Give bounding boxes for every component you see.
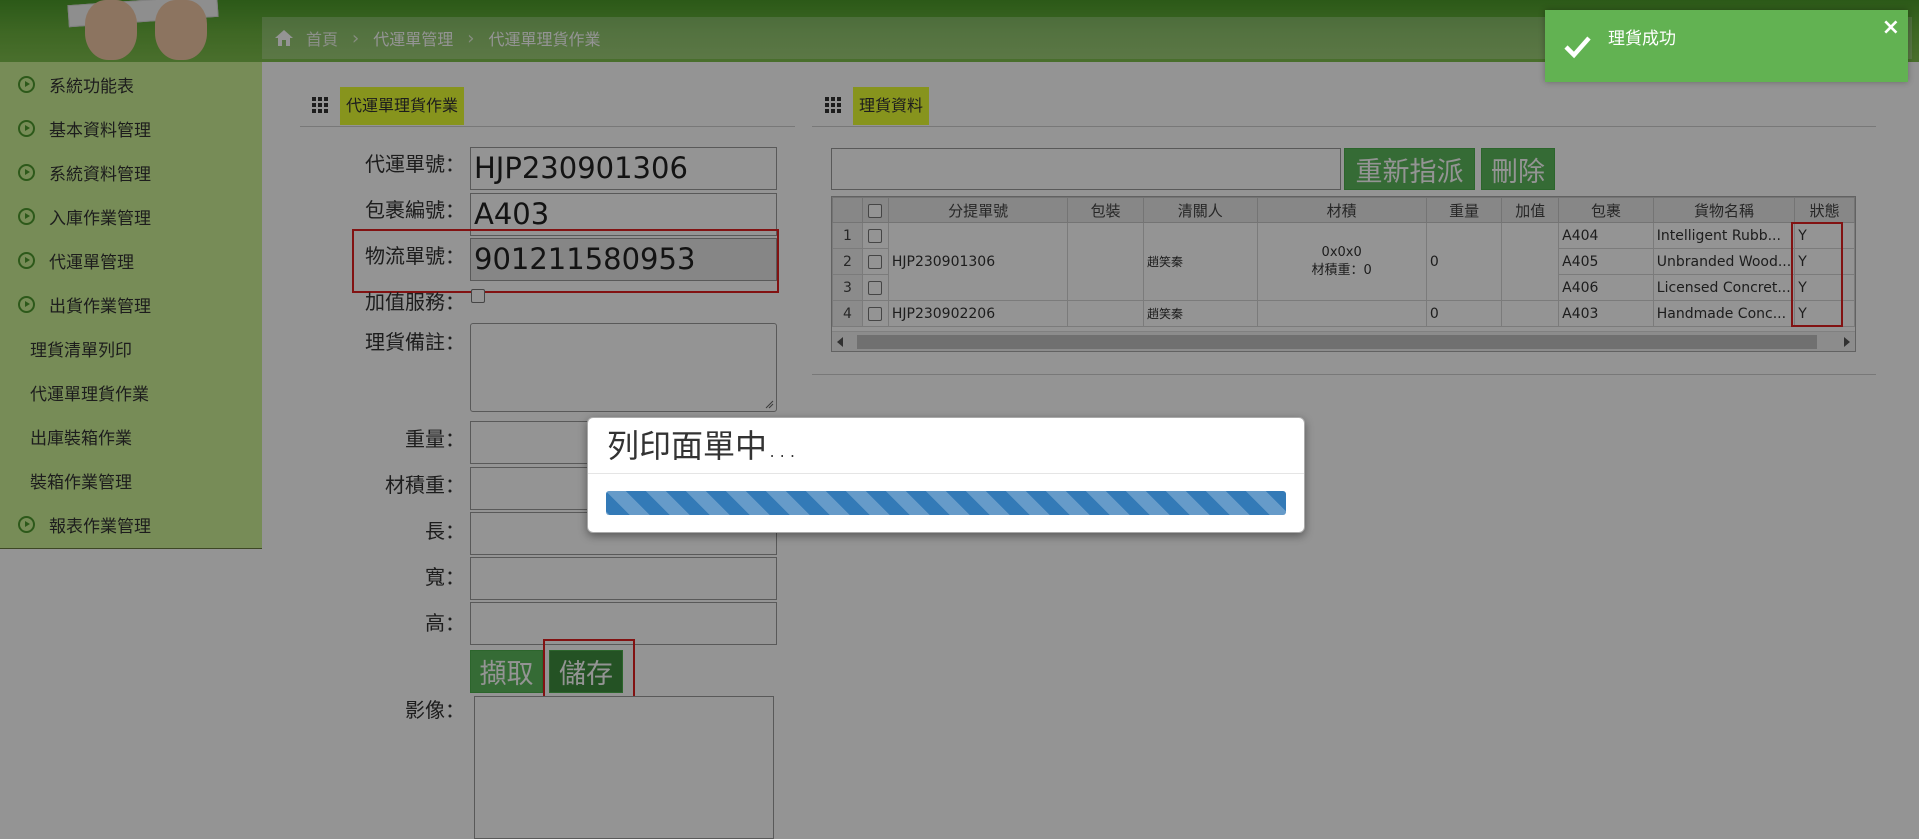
close-icon[interactable]: × <box>1882 17 1900 39</box>
printing-dialog: 列印面單中... <box>587 417 1305 533</box>
dialog-title: 列印面單中... <box>588 418 1304 474</box>
progress-bar <box>606 491 1286 515</box>
success-toast: 理貨成功 × <box>1545 10 1908 82</box>
toast-message: 理貨成功 <box>1608 28 1676 49</box>
progress-track <box>606 491 1286 515</box>
check-icon <box>1564 36 1591 59</box>
